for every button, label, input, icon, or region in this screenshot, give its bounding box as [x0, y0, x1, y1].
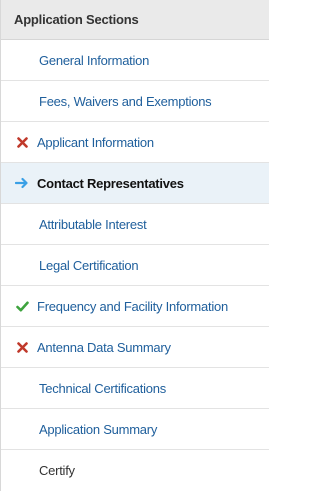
section-frequency-facility-information[interactable]: Frequency and Facility Information [1, 286, 269, 327]
section-list: General Information Fees, Waivers and Ex… [1, 40, 269, 491]
arrow-right-icon [15, 176, 29, 190]
section-label: Frequency and Facility Information [37, 298, 228, 314]
section-contact-representatives[interactable]: Contact Representatives [1, 163, 269, 204]
section-technical-certifications[interactable]: Technical Certifications [1, 368, 269, 409]
check-mark-icon [15, 299, 29, 313]
section-label: Attributable Interest [39, 216, 147, 232]
section-application-summary[interactable]: Application Summary [1, 409, 269, 450]
section-fees-waivers-exemptions[interactable]: Fees, Waivers and Exemptions [1, 81, 269, 122]
section-label: Legal Certification [39, 257, 139, 273]
panel-title: Application Sections [1, 0, 269, 40]
section-label: Contact Representatives [37, 175, 184, 191]
section-certify[interactable]: Certify [1, 450, 269, 491]
application-sections-panel: Application Sections General Information… [0, 0, 269, 491]
x-mark-icon [15, 135, 29, 149]
section-label: Certify [39, 463, 75, 478]
section-antenna-data-summary[interactable]: Antenna Data Summary [1, 327, 269, 368]
section-applicant-information[interactable]: Applicant Information [1, 122, 269, 163]
section-label: Application Summary [39, 421, 158, 437]
section-label: Fees, Waivers and Exemptions [39, 93, 212, 109]
section-label: Applicant Information [37, 134, 154, 150]
section-general-information[interactable]: General Information [1, 40, 269, 81]
section-label: Technical Certifications [39, 380, 166, 396]
section-label: General Information [39, 52, 150, 68]
section-label: Antenna Data Summary [37, 339, 171, 355]
x-mark-icon [15, 340, 29, 354]
section-attributable-interest[interactable]: Attributable Interest [1, 204, 269, 245]
section-legal-certification[interactable]: Legal Certification [1, 245, 269, 286]
